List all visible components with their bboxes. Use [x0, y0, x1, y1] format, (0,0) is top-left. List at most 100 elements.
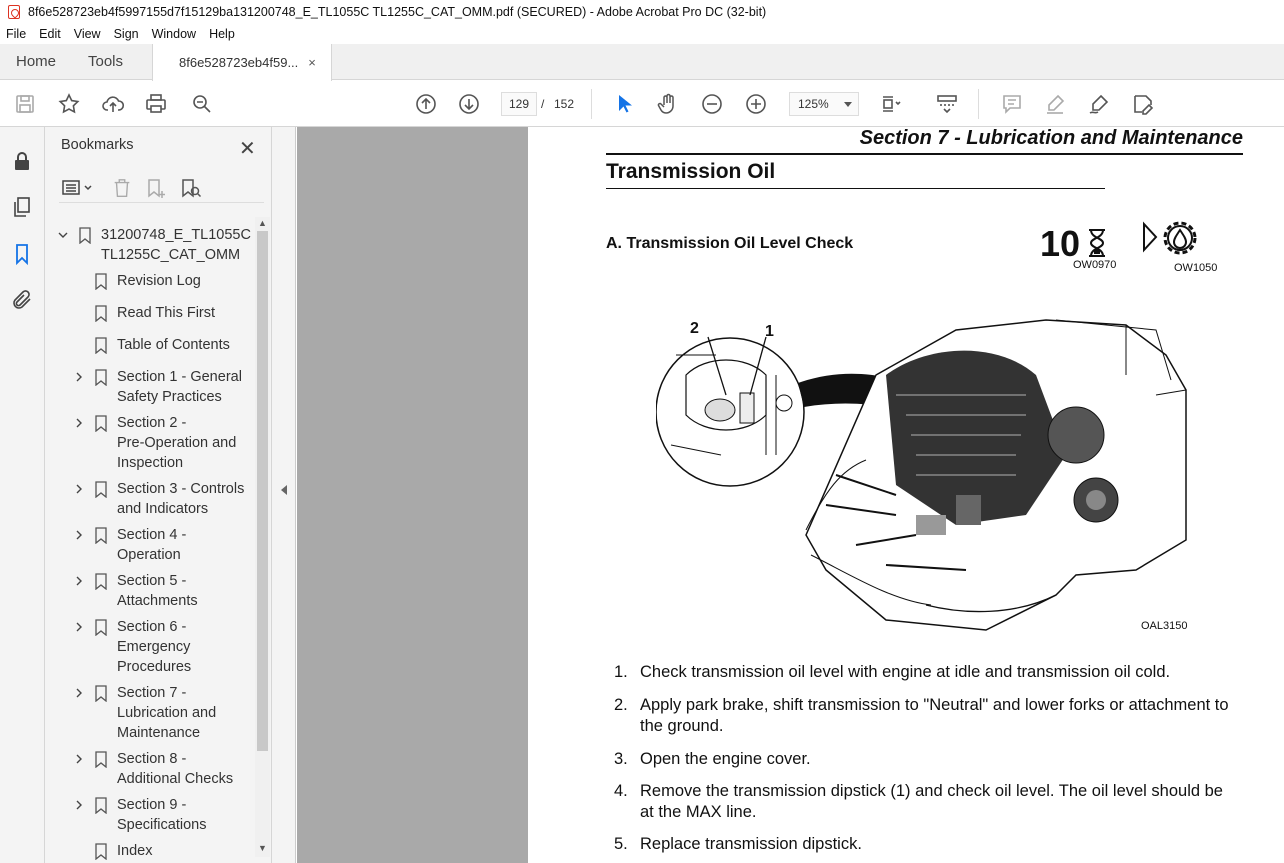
step-text: Check transmission oil level with engine… — [640, 663, 1171, 681]
chevron-down-icon[interactable] — [57, 228, 69, 248]
attachment-icon[interactable] — [10, 288, 34, 312]
chevron-right-icon[interactable] — [73, 482, 85, 502]
bookmark-flag-icon — [79, 227, 91, 245]
acrobat-pdf-icon — [8, 5, 20, 19]
scroll-mode-icon[interactable] — [935, 92, 959, 116]
left-rail — [0, 127, 45, 863]
menu-file[interactable]: File — [6, 27, 26, 41]
print-icon[interactable] — [144, 92, 168, 116]
collapse-panel-icon[interactable] — [281, 485, 287, 495]
bookmark-label: Table of Contents — [117, 337, 230, 353]
delete-icon[interactable] — [111, 177, 133, 202]
chevron-right-icon[interactable] — [73, 574, 85, 594]
chevron-right-icon[interactable] — [73, 752, 85, 772]
options-menu-icon[interactable] — [61, 177, 95, 202]
menu-help[interactable]: Help — [209, 27, 235, 41]
tab-home[interactable]: Home — [16, 44, 56, 80]
hand-icon[interactable] — [656, 92, 680, 116]
window-title: 8f6e528723eb4f5997155d7f15129ba131200748… — [28, 5, 767, 19]
document-background — [297, 127, 528, 863]
zoom-in-icon[interactable] — [744, 92, 768, 116]
save-icon[interactable] — [13, 92, 37, 116]
bookmark-label: Section 4 - Operation — [117, 527, 187, 563]
scroll-up-icon[interactable]: ▲ — [258, 218, 267, 228]
bookmarks-toolbar — [59, 175, 264, 203]
bookmarks-panel: Bookmarks ✕ 31200748_E_TL1055C TL1255C_C… — [45, 127, 272, 863]
bookmark-flag-icon — [95, 797, 107, 815]
bookmark-label: Section 1 - General Safety Practices — [117, 369, 242, 405]
title-bar: 8f6e528723eb4f5997155d7f15129ba131200748… — [0, 0, 1284, 24]
comment-icon[interactable] — [1000, 92, 1024, 116]
fit-page-icon[interactable] — [879, 92, 903, 116]
page-number-input[interactable]: 129 — [501, 92, 537, 116]
menu-sign[interactable]: Sign — [114, 27, 139, 41]
header-rule — [606, 153, 1243, 155]
bookmark-flag-icon — [95, 337, 107, 355]
page-up-icon[interactable] — [414, 92, 438, 116]
new-bookmark-icon[interactable] — [145, 177, 169, 204]
menu-bar: File Edit View Sign Window Help — [0, 24, 1284, 44]
chevron-right-icon[interactable] — [73, 686, 85, 706]
panel-collapse-gutter[interactable] — [272, 127, 296, 863]
bookmark-flag-icon — [95, 369, 107, 387]
step-text: Replace transmission dipstick. — [640, 835, 862, 853]
toolbar-divider — [591, 89, 592, 119]
menu-window[interactable]: Window — [152, 27, 196, 41]
step-number: 2. — [614, 696, 628, 714]
zoom-select[interactable]: 125% — [789, 92, 859, 116]
tab-close-icon[interactable]: × — [308, 55, 316, 70]
bookmark-flag-icon — [95, 273, 107, 291]
menu-edit[interactable]: Edit — [39, 27, 61, 41]
edit-icon[interactable] — [1131, 92, 1155, 116]
tab-document[interactable]: 8f6e528723eb4f59... × — [152, 44, 332, 81]
bookmark-flag-icon — [95, 619, 107, 637]
chevron-right-icon[interactable] — [73, 416, 85, 436]
chevron-right-icon[interactable] — [73, 370, 85, 390]
bookmark-label: Section 9 - Specifications — [117, 797, 207, 833]
search-zoom-icon[interactable] — [190, 92, 214, 116]
step-text: Apply park brake, shift transmission to … — [640, 696, 1229, 735]
bookmark-flag-icon — [95, 305, 107, 323]
figure-label: OAL3150 — [1141, 620, 1188, 632]
step-text: Open the engine cover. — [640, 750, 811, 768]
sign-icon[interactable] — [1087, 92, 1111, 116]
step-number: 5. — [614, 835, 628, 853]
bookmark-label: Section 5 - Attachments — [117, 573, 198, 609]
bookmark-label: Section 7 - Lubrication and Maintenance — [117, 685, 217, 741]
chevron-right-icon[interactable] — [73, 798, 85, 818]
tab-tools[interactable]: Tools — [88, 44, 123, 80]
find-bookmark-icon[interactable] — [179, 177, 203, 204]
bookmark-label: Section 3 - Controls and Indicators — [117, 481, 245, 517]
pages-icon[interactable] — [10, 195, 34, 219]
select-arrow-icon[interactable] — [612, 92, 636, 116]
oil-gear-icon — [1143, 221, 1197, 255]
zoom-value: 125% — [798, 97, 829, 111]
callout-1: 1 — [765, 323, 774, 340]
step-text: Remove the transmission dipstick (1) and… — [640, 782, 1223, 821]
close-icon[interactable]: ✕ — [239, 136, 256, 161]
bookmark-icon[interactable] — [10, 242, 34, 266]
bookmark-flag-icon — [95, 573, 107, 591]
toolbar: 129 / 152 125% — [0, 81, 1284, 127]
scroll-down-icon[interactable]: ▼ — [258, 843, 267, 853]
chevron-right-icon[interactable] — [73, 528, 85, 548]
zoom-out-icon[interactable] — [700, 92, 724, 116]
highlight-icon[interactable] — [1043, 92, 1067, 116]
bookmark-label: Section 6 - Emergency Procedures — [117, 619, 192, 675]
bookmark-label: Section 8 - Additional Checks — [117, 751, 234, 787]
bookmarks-scrollbar[interactable]: ▲ ▼ — [255, 217, 270, 857]
menu-view[interactable]: View — [74, 27, 101, 41]
scrollbar-thumb[interactable] — [257, 231, 268, 751]
toolbar-divider — [978, 89, 979, 119]
page-down-icon[interactable] — [457, 92, 481, 116]
star-icon[interactable] — [57, 92, 81, 116]
chevron-down-icon — [844, 102, 852, 107]
bookmark-flag-icon — [95, 685, 107, 703]
upload-icon[interactable] — [101, 92, 125, 116]
bookmark-label: Section 2 - Pre-Operation and Inspection — [117, 415, 237, 471]
chevron-right-icon[interactable] — [73, 620, 85, 640]
bookmark-flag-icon — [95, 415, 107, 433]
lock-icon[interactable] — [10, 149, 34, 173]
bookmark-flag-icon — [95, 751, 107, 769]
page-total: 152 — [554, 97, 575, 111]
